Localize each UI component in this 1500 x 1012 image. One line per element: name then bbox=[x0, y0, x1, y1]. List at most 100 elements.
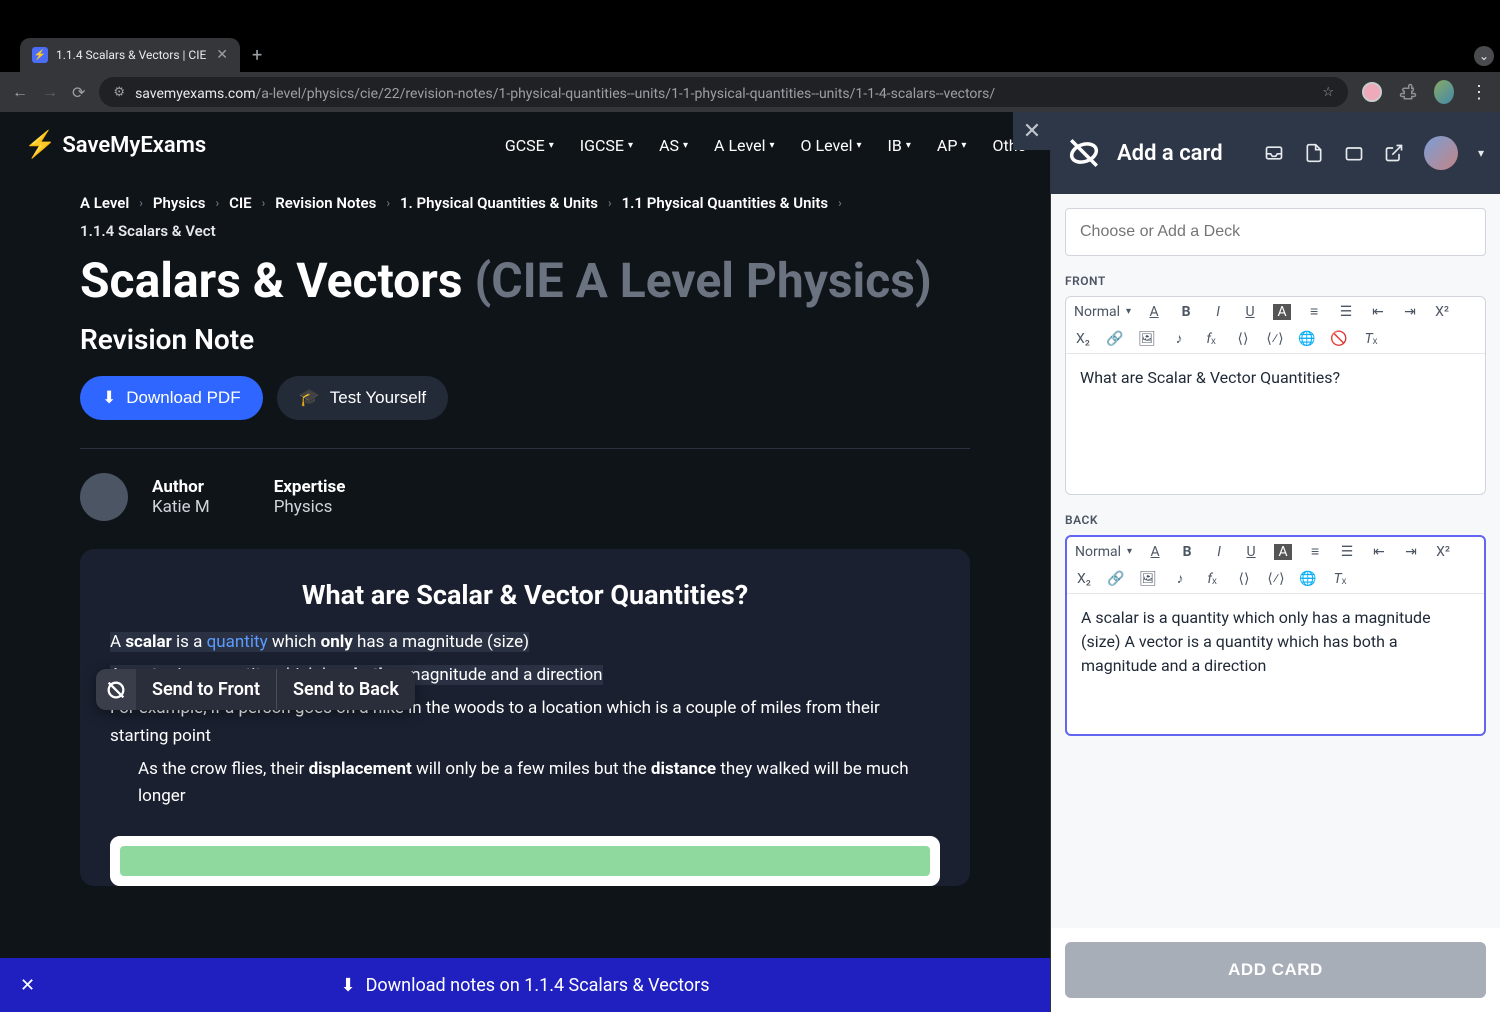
audio-icon[interactable]: ♪ bbox=[1171, 570, 1189, 587]
send-to-back-button[interactable]: Send to Back bbox=[276, 669, 415, 710]
open-external-icon[interactable] bbox=[1384, 143, 1404, 163]
download-pdf-button[interactable]: ⬇ Download PDF bbox=[80, 376, 263, 420]
code-block-icon[interactable]: ⟨⁄⟩ bbox=[1267, 571, 1285, 587]
link-icon[interactable]: 🔗 bbox=[1107, 571, 1125, 587]
site-settings-icon[interactable]: ⚙ bbox=[113, 85, 125, 100]
text-color-icon[interactable]: A bbox=[1145, 304, 1163, 320]
superscript-icon[interactable]: X² bbox=[1434, 544, 1452, 560]
visibility-off-icon[interactable]: 🚫 bbox=[1330, 331, 1348, 347]
globe-icon[interactable]: 🌐 bbox=[1299, 571, 1317, 587]
italic-icon[interactable]: I bbox=[1210, 544, 1228, 560]
browser-tab[interactable]: ⚡ 1.1.4 Scalars & Vectors | CIE ✕ bbox=[20, 38, 240, 72]
article-line-1: A scalar is a quantity which only has a … bbox=[110, 629, 940, 656]
panel-close-button[interactable]: ✕ bbox=[1013, 112, 1051, 150]
reload-icon[interactable]: ⟳ bbox=[72, 83, 85, 102]
tabs-dropdown-icon[interactable]: ⌄ bbox=[1474, 46, 1494, 66]
ordered-list-icon[interactable]: ≡ bbox=[1305, 303, 1323, 320]
new-tab-button[interactable]: + bbox=[252, 45, 262, 72]
code-icon[interactable]: ⟨⟩ bbox=[1234, 331, 1252, 347]
browser-menu-icon[interactable]: ⋮ bbox=[1470, 82, 1488, 103]
indent-icon[interactable]: ⇥ bbox=[1401, 304, 1419, 320]
back-textarea[interactable]: A scalar is a quantity which only has a … bbox=[1067, 594, 1484, 734]
extension-2-icon[interactable] bbox=[1434, 82, 1454, 102]
bold-icon[interactable]: B bbox=[1178, 544, 1196, 560]
document-icon[interactable] bbox=[1304, 143, 1324, 163]
style-select[interactable]: Normal ▾ bbox=[1074, 304, 1131, 320]
code-icon[interactable]: ⟨⟩ bbox=[1235, 571, 1253, 587]
add-card-button[interactable]: ADD CARD bbox=[1065, 942, 1486, 998]
formula-icon[interactable]: fₓ bbox=[1203, 570, 1221, 587]
unordered-list-icon[interactable]: ☰ bbox=[1338, 544, 1356, 560]
site-logo[interactable]: ⚡ SaveMyExams bbox=[24, 130, 206, 160]
bookmark-icon[interactable]: ☆ bbox=[1322, 85, 1334, 100]
image-icon[interactable]: 🖼 bbox=[1139, 571, 1157, 587]
nav-gcse[interactable]: GCSE▾ bbox=[505, 136, 554, 155]
clear-format-icon[interactable]: Tₓ bbox=[1362, 330, 1380, 347]
author-meta: Author Katie M Expertise Physics bbox=[80, 449, 970, 545]
crumb-section1[interactable]: 1. Physical Quantities & Units bbox=[400, 194, 598, 212]
chevron-right-icon: › bbox=[386, 196, 390, 210]
crumb-alevel[interactable]: A Level bbox=[80, 194, 129, 212]
crumb-physics[interactable]: Physics bbox=[153, 194, 206, 212]
outdent-icon[interactable]: ⇤ bbox=[1370, 544, 1388, 560]
front-editor-toolbar: Normal ▾ A B I U A ≡ ☰ ⇤ ⇥ X² X₂ 🔗 🖼 ♪ f… bbox=[1066, 297, 1485, 354]
audio-icon[interactable]: ♪ bbox=[1170, 330, 1188, 347]
globe-icon[interactable]: 🌐 bbox=[1298, 331, 1316, 347]
nav-as[interactable]: AS▾ bbox=[659, 136, 688, 155]
banner-close-icon[interactable]: ✕ bbox=[20, 975, 35, 996]
back-icon[interactable]: ← bbox=[12, 82, 28, 102]
crumb-revision[interactable]: Revision Notes bbox=[275, 194, 376, 212]
send-to-front-button[interactable]: Send to Front bbox=[136, 669, 276, 710]
front-textarea[interactable]: What are Scalar & Vector Quantities? bbox=[1066, 354, 1485, 494]
subscript-icon[interactable]: X₂ bbox=[1074, 331, 1092, 347]
author-avatar bbox=[80, 473, 128, 521]
crumb-cie[interactable]: CIE bbox=[229, 194, 252, 212]
ordered-list-icon[interactable]: ≡ bbox=[1306, 543, 1324, 560]
subscript-icon[interactable]: X₂ bbox=[1075, 571, 1093, 587]
context-menu-logo-icon bbox=[96, 669, 136, 710]
code-block-icon[interactable]: ⟨⁄⟩ bbox=[1266, 331, 1284, 347]
bold-icon[interactable]: B bbox=[1177, 304, 1195, 320]
nav-ap[interactable]: AP▾ bbox=[937, 136, 967, 155]
clear-format-icon[interactable]: Tₓ bbox=[1331, 570, 1349, 587]
download-banner[interactable]: ✕ ⬇ Download notes on 1.1.4 Scalars & Ve… bbox=[0, 958, 1050, 1012]
nav-olevel[interactable]: O Level▾ bbox=[801, 136, 862, 155]
folder-icon[interactable] bbox=[1344, 143, 1364, 163]
outdent-icon[interactable]: ⇤ bbox=[1369, 304, 1387, 320]
formula-icon[interactable]: fₓ bbox=[1202, 330, 1220, 347]
extensions-icon[interactable] bbox=[1398, 82, 1418, 102]
crumb-current: 1.1.4 Scalars & Vect bbox=[80, 222, 216, 240]
inbox-icon[interactable] bbox=[1264, 143, 1284, 163]
back-editor: Normal ▾ A B I U A ≡ ☰ ⇤ ⇥ X² X₂ 🔗 🖼 ♪ f… bbox=[1065, 535, 1486, 736]
unordered-list-icon[interactable]: ☰ bbox=[1337, 304, 1355, 320]
chevron-down-icon: ▾ bbox=[628, 140, 633, 151]
chevron-right-icon: › bbox=[139, 196, 143, 210]
crumb-section11[interactable]: 1.1 Physical Quantities & Units bbox=[622, 194, 829, 212]
nav-alevel[interactable]: A Level▾ bbox=[714, 136, 774, 155]
underline-icon[interactable]: U bbox=[1241, 304, 1259, 320]
link-icon[interactable]: 🔗 bbox=[1106, 331, 1124, 347]
chevron-right-icon: › bbox=[215, 196, 219, 210]
nav-igcse[interactable]: IGCSE▾ bbox=[580, 136, 633, 155]
tab-bar: ⚡ 1.1.4 Scalars & Vectors | CIE ✕ + ⌄ bbox=[0, 36, 1500, 72]
forward-icon[interactable]: → bbox=[42, 82, 58, 102]
indent-icon[interactable]: ⇥ bbox=[1402, 544, 1420, 560]
tab-close-icon[interactable]: ✕ bbox=[216, 47, 228, 63]
user-avatar[interactable] bbox=[1424, 136, 1458, 170]
nav-ib[interactable]: IB▾ bbox=[888, 136, 911, 155]
logo-text: SaveMyExams bbox=[62, 133, 206, 158]
underline-icon[interactable]: U bbox=[1242, 544, 1260, 560]
italic-icon[interactable]: I bbox=[1209, 304, 1227, 320]
text-color-icon[interactable]: A bbox=[1146, 544, 1164, 560]
deck-input[interactable] bbox=[1065, 208, 1486, 256]
test-yourself-button[interactable]: 🎓 Test Yourself bbox=[277, 376, 449, 420]
chevron-down-icon: ▾ bbox=[906, 140, 911, 151]
image-icon[interactable]: 🖼 bbox=[1138, 331, 1156, 347]
superscript-icon[interactable]: X² bbox=[1433, 304, 1451, 320]
highlight-icon[interactable]: A bbox=[1273, 304, 1291, 320]
extension-1-icon[interactable] bbox=[1362, 82, 1382, 102]
address-bar[interactable]: ⚙ savemyexams.com/a-level/physics/cie/22… bbox=[99, 77, 1348, 107]
style-select[interactable]: Normal ▾ bbox=[1075, 544, 1132, 560]
highlight-icon[interactable]: A bbox=[1274, 544, 1292, 560]
user-menu-chevron-icon[interactable]: ▾ bbox=[1478, 146, 1484, 160]
